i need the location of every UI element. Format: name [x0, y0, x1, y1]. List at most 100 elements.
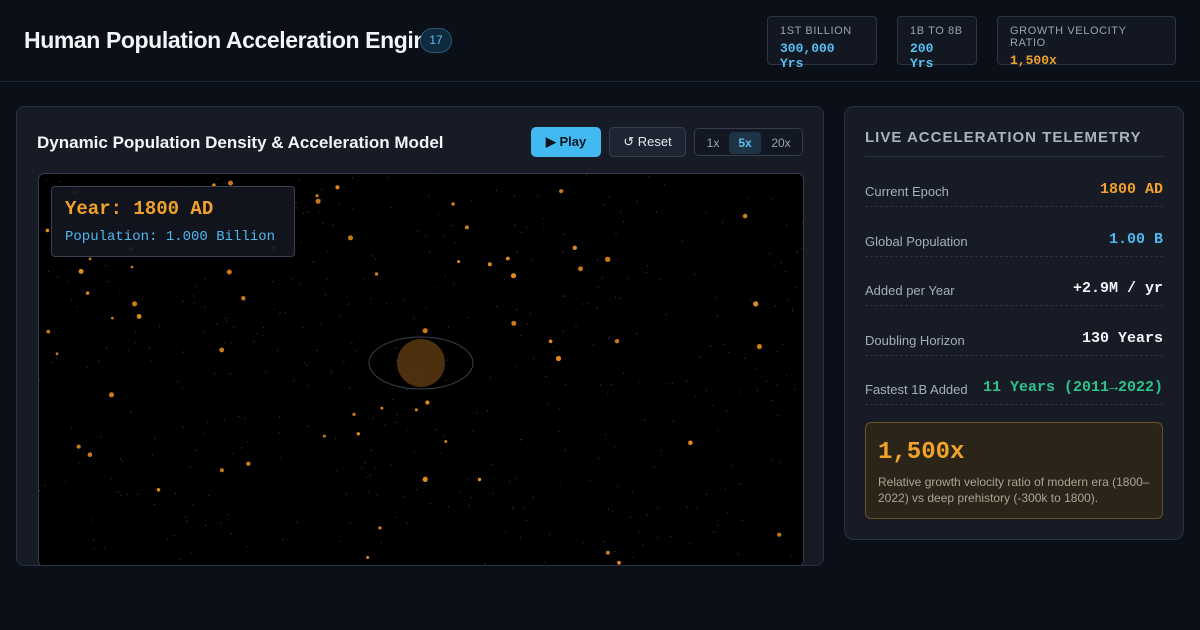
- reset-button-label: Reset: [637, 134, 672, 149]
- faint-particle: [582, 542, 584, 544]
- faint-particle: [182, 426, 184, 428]
- faint-particle: [143, 327, 145, 329]
- faint-particle: [470, 497, 472, 499]
- faint-particle: [67, 280, 69, 282]
- faint-particle: [273, 308, 276, 310]
- faint-particle: [671, 382, 673, 384]
- faint-particle: [407, 429, 409, 431]
- faint-particle: [492, 492, 494, 494]
- faint-particle: [694, 273, 696, 276]
- faint-particle: [796, 250, 798, 252]
- faint-particle: [349, 522, 352, 524]
- faint-particle: [364, 462, 366, 464]
- faint-particle: [484, 563, 486, 565]
- version-badge: 17: [420, 28, 452, 53]
- faint-particle: [526, 323, 528, 325]
- faint-particle: [332, 224, 334, 226]
- faint-particle: [672, 420, 674, 422]
- faint-particle: [489, 377, 491, 379]
- faint-particle: [150, 360, 152, 362]
- faint-particle: [299, 283, 301, 285]
- telemetry-title: Live Acceleration Telemetry: [865, 129, 1142, 146]
- faint-particle: [320, 198, 322, 201]
- faint-particle: [100, 436, 102, 438]
- faint-particle: [631, 556, 633, 558]
- population-particle: [335, 185, 340, 190]
- faint-particle: [731, 464, 733, 466]
- faint-particle: [307, 384, 309, 386]
- population-particle: [356, 432, 360, 436]
- telemetry-row-current-epoch: Current Epoch 1800 AD: [865, 177, 1163, 207]
- faint-particle: [193, 295, 195, 297]
- faint-particle: [395, 347, 397, 349]
- faint-particle: [447, 326, 449, 328]
- population-particle: [156, 488, 161, 492]
- faint-particle: [312, 261, 314, 263]
- faint-particle: [769, 252, 771, 254]
- faint-particle: [547, 403, 549, 405]
- faint-particle: [262, 335, 264, 337]
- speed-option-20x[interactable]: 20x: [763, 132, 799, 154]
- faint-particle: [774, 305, 777, 307]
- reset-button[interactable]: ↺ Reset: [609, 127, 686, 157]
- population-particle: [425, 400, 430, 405]
- faint-particle: [204, 278, 206, 280]
- faint-particle: [44, 485, 46, 487]
- population-particle: [422, 476, 428, 482]
- faint-particle: [800, 248, 803, 250]
- faint-particle: [776, 351, 778, 353]
- year-overlay: Year: 1800 AD Population: 1.000 Billion: [51, 186, 295, 257]
- faint-particle: [293, 380, 295, 382]
- faint-particle: [322, 222, 324, 224]
- faint-particle: [134, 331, 137, 333]
- faint-particle: [326, 250, 328, 252]
- population-particle: [559, 189, 564, 194]
- speed-option-1x[interactable]: 1x: [699, 132, 727, 154]
- faint-particle: [626, 277, 629, 280]
- population-particle: [510, 273, 517, 279]
- faint-particle: [590, 479, 592, 481]
- faint-particle: [396, 413, 398, 415]
- population-density-canvas[interactable]: Year: 1800 AD Population: 1.000 Billion: [38, 173, 804, 565]
- population-particle: [130, 265, 134, 269]
- faint-particle: [681, 240, 684, 242]
- faint-particle: [562, 233, 565, 235]
- population-particle: [45, 228, 50, 233]
- faint-particle: [179, 558, 181, 560]
- faint-particle: [425, 234, 427, 237]
- faint-particle: [596, 259, 599, 261]
- faint-particle: [514, 224, 516, 226]
- telemetry-panel: Live Acceleration Telemetry Current Epoc…: [844, 106, 1184, 540]
- faint-particle: [228, 514, 230, 516]
- faint-particle: [348, 303, 350, 305]
- faint-particle: [705, 212, 707, 214]
- ratio-value: 1,500x: [878, 439, 965, 466]
- faint-particle: [374, 258, 377, 260]
- faint-particle: [406, 389, 408, 391]
- faint-particle: [224, 342, 226, 344]
- faint-particle: [191, 552, 193, 554]
- faint-particle: [300, 241, 302, 243]
- faint-particle: [491, 464, 493, 466]
- faint-particle: [486, 410, 488, 412]
- population-particle: [246, 461, 251, 466]
- faint-particle: [646, 514, 648, 516]
- faint-particle: [339, 540, 341, 542]
- faint-particle: [278, 432, 280, 434]
- faint-particle: [773, 265, 776, 267]
- faint-particle: [240, 447, 242, 449]
- faint-particle: [608, 338, 610, 340]
- faint-particle: [244, 300, 246, 302]
- faint-particle: [52, 361, 54, 363]
- faint-particle: [780, 261, 782, 264]
- faint-particle: [351, 342, 353, 344]
- speed-option-5x[interactable]: 5x: [729, 132, 761, 154]
- faint-particle: [174, 534, 176, 536]
- faint-particle: [475, 476, 477, 478]
- play-button[interactable]: ▶ Play: [531, 127, 601, 157]
- faint-particle: [371, 255, 373, 257]
- faint-particle: [346, 295, 348, 297]
- telemetry-label: Added per Year: [865, 283, 955, 298]
- faint-particle: [217, 178, 219, 180]
- faint-particle: [516, 309, 518, 311]
